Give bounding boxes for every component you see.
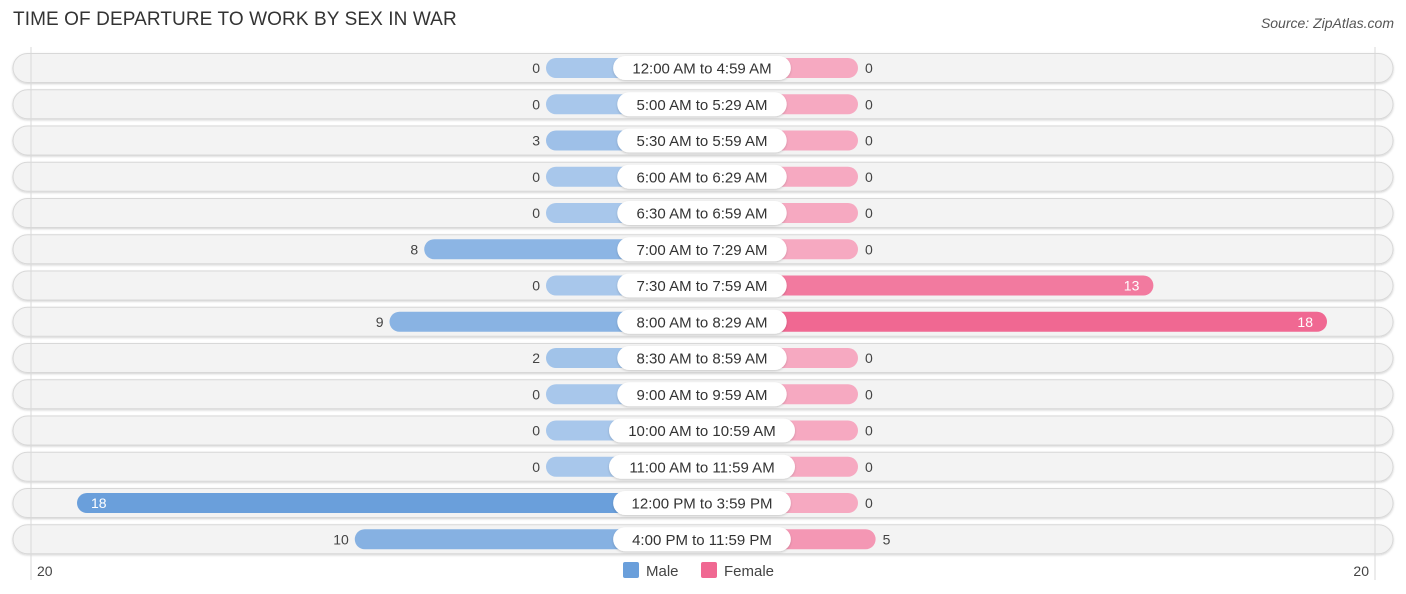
bar-female[interactable]	[702, 311, 1327, 332]
legend-label-female: Female	[724, 563, 774, 580]
category-label: 4:00 PM to 11:59 PM	[632, 532, 772, 549]
legend: Male Female	[623, 562, 774, 580]
category-label: 9:00 AM to 9:59 AM	[637, 387, 768, 404]
value-label-female: 0	[865, 423, 873, 439]
value-label-male: 0	[532, 459, 540, 475]
value-label-male: 0	[532, 423, 540, 439]
category-label: 12:00 AM to 4:59 AM	[632, 61, 771, 78]
category-label: 5:00 AM to 5:29 AM	[637, 97, 768, 114]
value-label-male: 0	[532, 96, 540, 112]
value-label-female: 0	[865, 241, 873, 257]
table-row: 8:00 AM to 8:29 AM 9 18	[12, 306, 1394, 337]
value-label-female: 0	[865, 386, 873, 402]
table-row: 5:00 AM to 5:29 AM 0 0	[12, 89, 1394, 120]
value-label-female: 0	[865, 96, 873, 112]
table-row: 8:30 AM to 8:59 AM 2 0	[12, 343, 1394, 373]
legend-swatch-male	[623, 562, 639, 578]
table-row: 7:00 AM to 7:29 AM 8 0	[12, 234, 1394, 265]
table-row: 9:00 AM to 9:59 AM 0 0	[12, 379, 1394, 410]
value-label-male: 0	[532, 169, 540, 185]
value-label-female: 0	[865, 459, 873, 475]
table-row: 6:30 AM to 6:59 AM 0 0	[12, 198, 1394, 228]
table-row: 7:30 AM to 7:59 AM 0 13	[12, 270, 1394, 301]
value-label-male: 3	[532, 133, 540, 149]
category-label: 10:00 AM to 10:59 AM	[628, 423, 776, 440]
chart: 12:00 AM to 4:59 AM 0 0 5:00 AM to 5:29 AM 0…	[12, 47, 1394, 580]
value-label-male: 0	[532, 386, 540, 402]
axis-tick-right: 20	[1353, 563, 1369, 579]
value-label-male: 9	[376, 314, 384, 330]
category-label: 8:30 AM to 8:59 AM	[637, 351, 768, 368]
value-label-female: 0	[865, 495, 873, 511]
bar-male[interactable]	[77, 493, 702, 513]
category-label: 12:00 PM to 3:59 PM	[632, 496, 773, 513]
value-label-female: 0	[865, 350, 873, 366]
category-label: 6:30 AM to 6:59 AM	[637, 206, 768, 223]
value-label-male: 0	[532, 205, 540, 221]
legend-label-male: Male	[646, 563, 679, 580]
category-label: 5:30 AM to 5:59 AM	[637, 133, 768, 150]
legend-swatch-female	[701, 562, 717, 578]
table-row: 4:00 PM to 11:59 PM 10 5	[12, 524, 1394, 555]
value-label-male: 8	[410, 241, 418, 257]
category-label: 11:00 AM to 11:59 AM	[629, 459, 774, 476]
table-row: 5:30 AM to 5:59 AM 3 0	[12, 125, 1394, 156]
value-label-female: 13	[1124, 278, 1140, 294]
value-label-female: 0	[865, 133, 873, 149]
value-label-male: 0	[532, 60, 540, 76]
category-label: 6:00 AM to 6:29 AM	[637, 169, 768, 186]
table-row: 10:00 AM to 10:59 AM 0 0	[12, 415, 1394, 446]
table-row: 12:00 AM to 4:59 AM 0 0	[12, 53, 1394, 83]
category-label: 8:00 AM to 8:29 AM	[637, 314, 768, 331]
value-label-male: 18	[91, 495, 107, 511]
value-label-female: 0	[865, 60, 873, 76]
value-label-female: 5	[883, 531, 891, 547]
table-row: 11:00 AM to 11:59 AM 0 0	[12, 451, 1394, 482]
value-label-male: 2	[532, 350, 540, 366]
value-label-male: 0	[532, 278, 540, 294]
value-label-female: 18	[1297, 314, 1313, 330]
value-label-female: 0	[865, 205, 873, 221]
value-label-female: 0	[865, 169, 873, 185]
table-row: 12:00 PM to 3:59 PM 18 0	[12, 488, 1394, 518]
axis-tick-left: 20	[37, 563, 53, 579]
category-label: 7:00 AM to 7:29 AM	[637, 242, 768, 259]
category-label: 7:30 AM to 7:59 AM	[637, 278, 768, 295]
table-row: 6:00 AM to 6:29 AM 0 0	[12, 161, 1394, 192]
value-label-male: 10	[333, 531, 349, 547]
